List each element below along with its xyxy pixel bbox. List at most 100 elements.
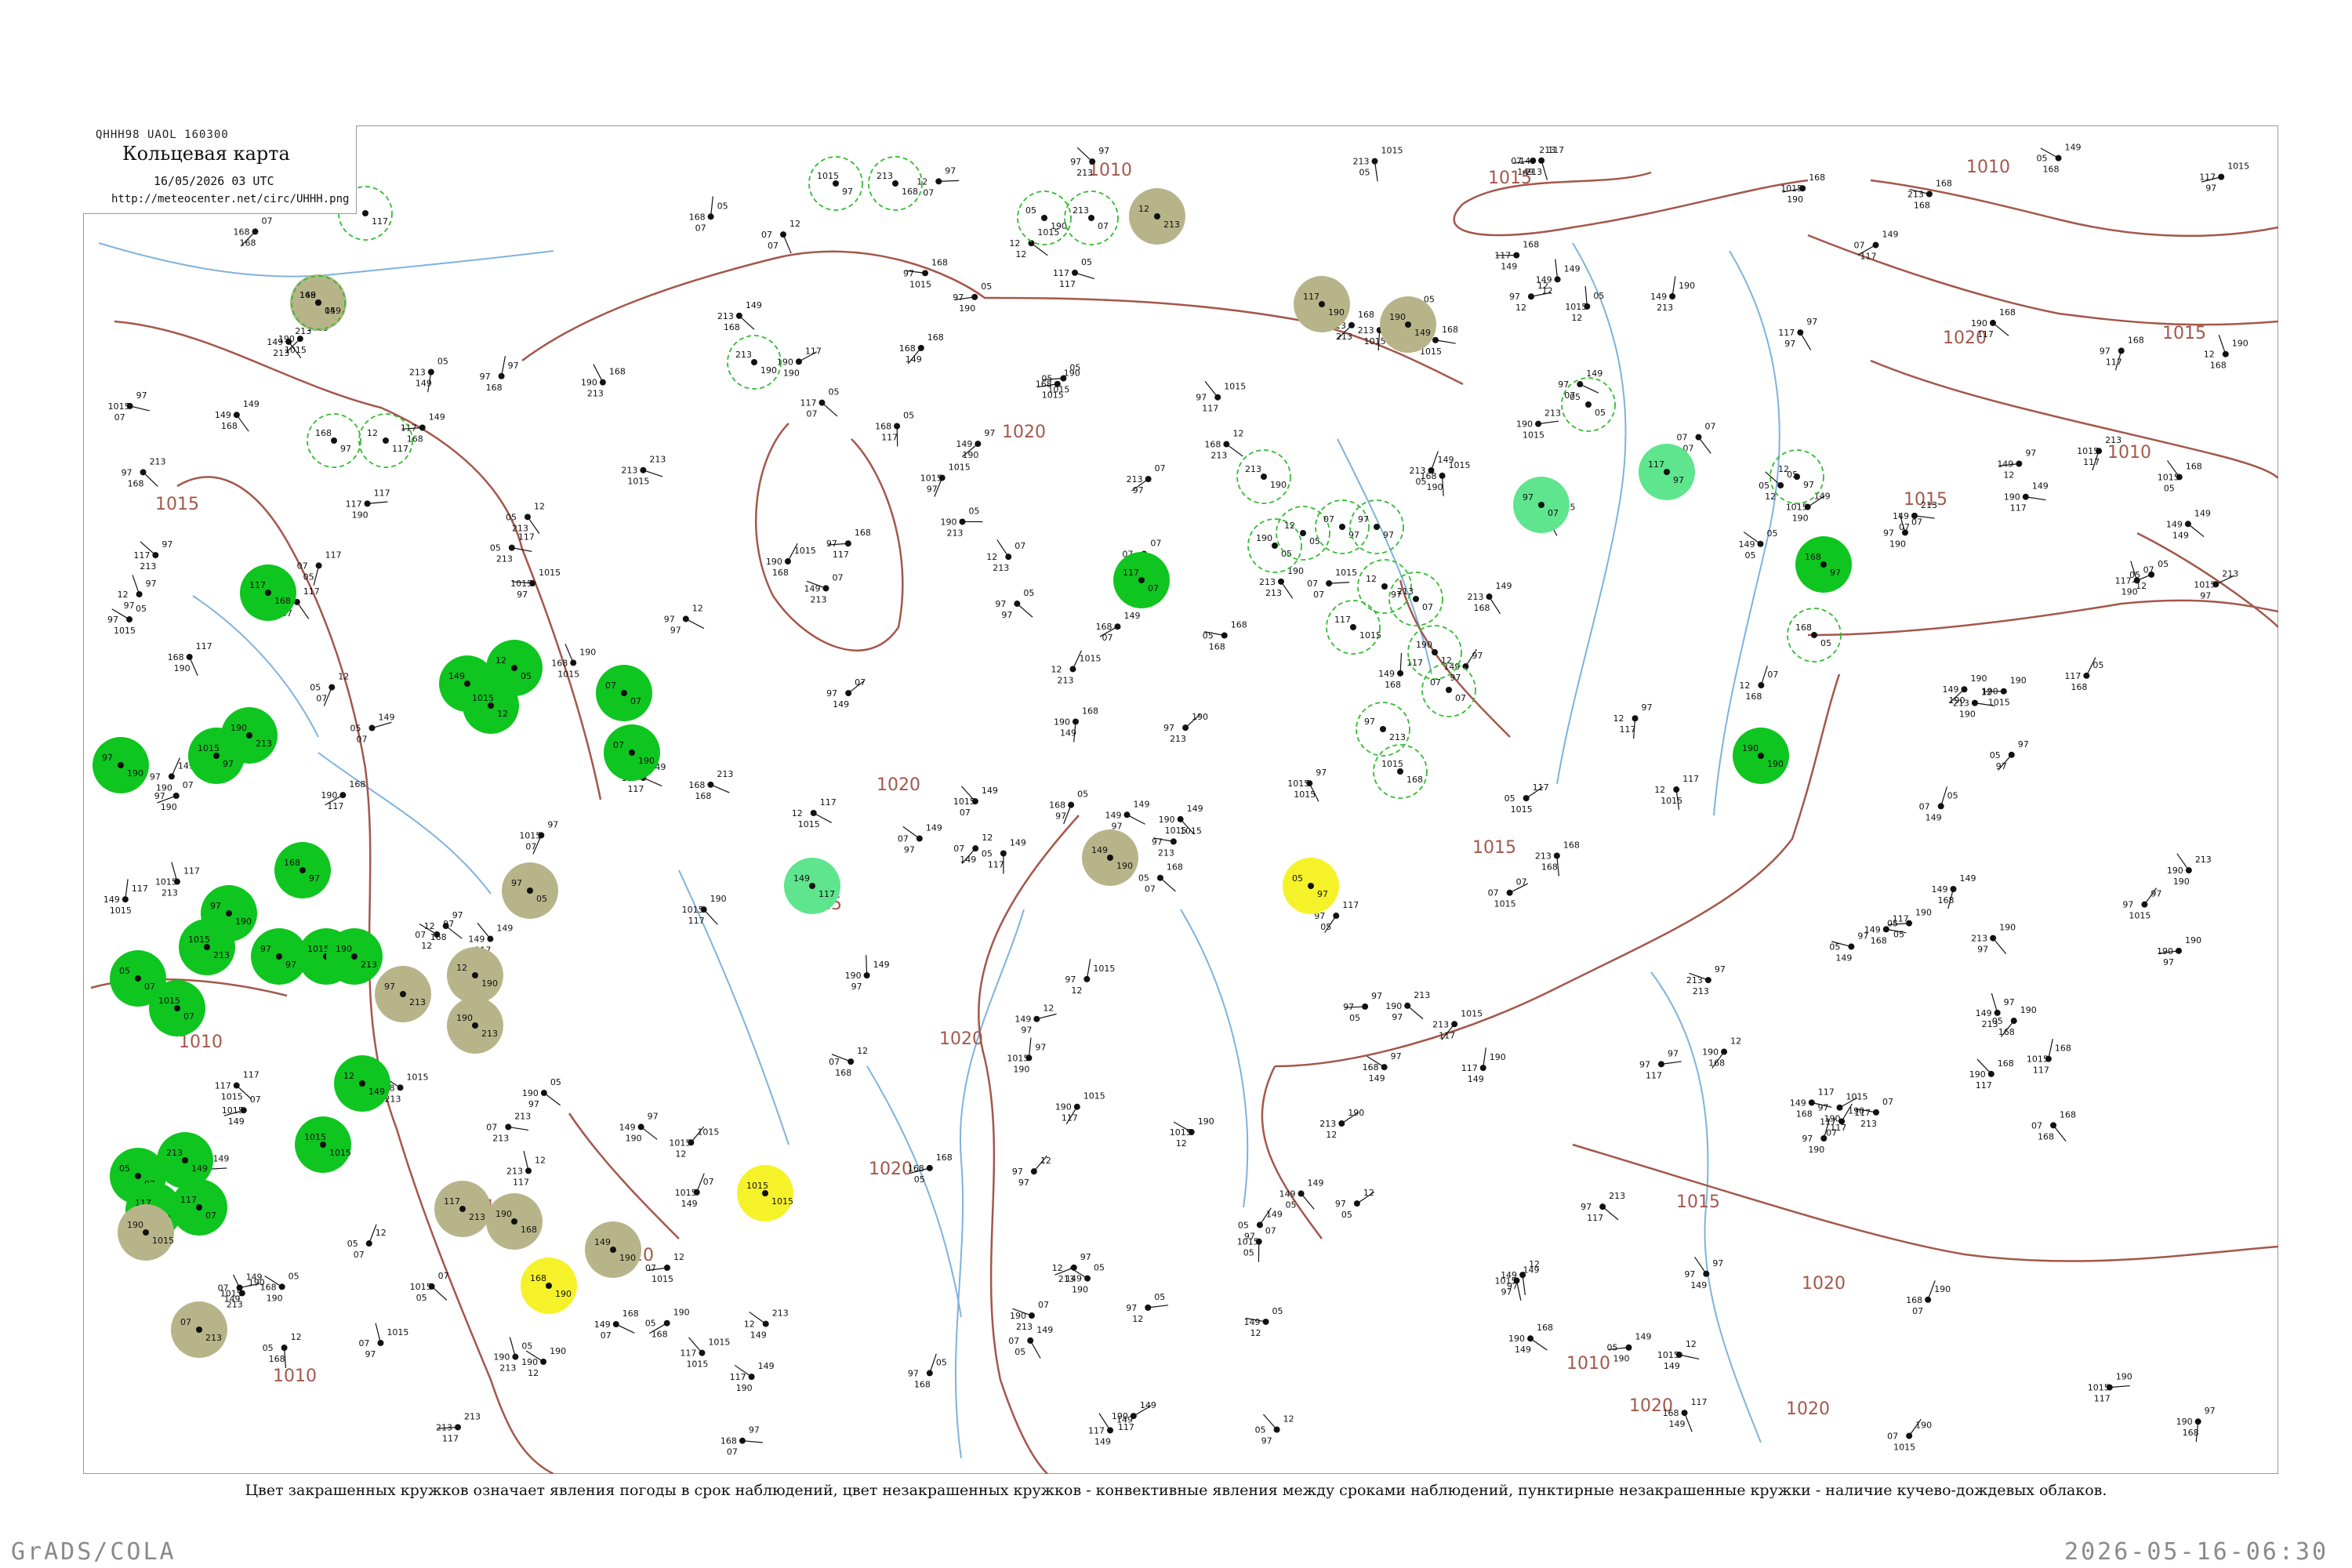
svg-text:07: 07: [613, 740, 624, 750]
svg-text:190: 190: [1427, 482, 1443, 492]
svg-text:168: 168: [1871, 935, 1887, 946]
svg-text:05: 05: [119, 1163, 130, 1174]
svg-text:97: 97: [908, 1368, 919, 1378]
svg-text:168: 168: [1385, 680, 1401, 690]
svg-text:190: 190: [1848, 1105, 1864, 1116]
svg-text:07: 07: [601, 1330, 612, 1341]
svg-text:05: 05: [310, 683, 321, 693]
svg-text:05: 05: [936, 1357, 947, 1367]
svg-text:117: 117: [215, 1081, 231, 1091]
svg-text:07: 07: [829, 1057, 840, 1067]
svg-text:149: 149: [1279, 1189, 1296, 1199]
svg-text:117: 117: [2106, 357, 2122, 367]
svg-text:05: 05: [1292, 873, 1303, 884]
svg-text:213: 213: [993, 563, 1009, 573]
svg-text:1015: 1015: [2129, 911, 2151, 921]
svg-text:117: 117: [688, 916, 705, 926]
svg-text:213: 213: [810, 594, 826, 604]
svg-text:213: 213: [409, 997, 426, 1007]
svg-text:07: 07: [1098, 221, 1109, 231]
svg-text:190: 190: [1970, 673, 1987, 684]
svg-text:1015: 1015: [1494, 899, 1516, 909]
svg-text:149: 149: [1266, 1209, 1283, 1219]
svg-text:12: 12: [692, 603, 703, 613]
svg-text:149: 149: [1501, 262, 1517, 272]
svg-text:05: 05: [1766, 528, 1777, 539]
svg-text:1015: 1015: [329, 1148, 351, 1158]
svg-text:190: 190: [1999, 923, 2016, 933]
svg-text:168: 168: [1209, 641, 1225, 652]
svg-text:149: 149: [1010, 838, 1026, 848]
svg-text:07: 07: [1313, 590, 1324, 600]
svg-text:149: 149: [1997, 459, 2013, 469]
svg-text:117: 117: [442, 1433, 459, 1443]
svg-text:1015: 1015: [1494, 1276, 1516, 1286]
svg-text:168: 168: [1663, 1408, 1679, 1418]
isobar-label: 1020: [939, 1029, 983, 1049]
svg-text:149: 149: [1308, 1178, 1324, 1188]
svg-text:12: 12: [118, 590, 129, 600]
svg-text:213: 213: [469, 1212, 485, 1222]
svg-text:97: 97: [384, 982, 395, 992]
svg-text:97: 97: [162, 539, 172, 550]
svg-text:97: 97: [2004, 997, 2015, 1007]
svg-text:97: 97: [1371, 991, 1382, 1001]
svg-text:168: 168: [1523, 240, 1539, 250]
svg-text:213: 213: [1535, 851, 1552, 862]
svg-text:168: 168: [1363, 1062, 1379, 1073]
render-timestamp: 2026-05-16-06:30: [2064, 1538, 2328, 1566]
svg-text:168: 168: [1795, 622, 1812, 633]
svg-text:97: 97: [260, 944, 271, 954]
svg-text:117: 117: [988, 860, 1004, 870]
svg-text:97: 97: [136, 390, 147, 401]
svg-text:213: 213: [1397, 586, 1414, 597]
svg-text:149: 149: [1515, 1345, 1531, 1355]
svg-text:117: 117: [1202, 404, 1218, 414]
svg-text:97: 97: [1977, 945, 1988, 955]
svg-text:05: 05: [521, 671, 532, 681]
svg-text:149: 149: [215, 410, 231, 420]
isobar-label: 1010: [273, 1367, 317, 1386]
svg-text:213: 213: [166, 1148, 183, 1158]
svg-text:149: 149: [1893, 511, 1909, 521]
svg-text:190: 190: [1969, 1069, 1986, 1080]
svg-text:190: 190: [766, 557, 782, 567]
svg-text:190: 190: [1742, 743, 1759, 753]
svg-text:190: 190: [1915, 908, 1932, 918]
svg-text:190: 190: [1328, 307, 1345, 318]
svg-text:190: 190: [962, 450, 978, 460]
svg-text:149: 149: [594, 1237, 611, 1247]
svg-text:05: 05: [1203, 630, 1214, 641]
svg-text:1015: 1015: [1511, 804, 1533, 815]
svg-text:190: 190: [1490, 1052, 1506, 1062]
svg-text:97: 97: [124, 601, 135, 611]
svg-text:149: 149: [1942, 684, 1958, 695]
rain-station-circle: 07 07: [596, 665, 652, 721]
svg-text:1015: 1015: [1224, 382, 1246, 392]
svg-text:168: 168: [315, 428, 332, 438]
svg-text:97: 97: [1335, 1199, 1346, 1209]
svg-text:97: 97: [1639, 1059, 1650, 1069]
svg-text:97: 97: [1581, 1202, 1592, 1212]
svg-text:190: 190: [1192, 712, 1208, 722]
svg-text:149: 149: [926, 823, 942, 833]
svg-text:149: 149: [619, 1122, 636, 1132]
svg-text:07: 07: [205, 1210, 216, 1221]
svg-text:97: 97: [670, 625, 681, 635]
svg-text:213: 213: [213, 950, 230, 960]
svg-text:190: 190: [1010, 1311, 1026, 1321]
svg-text:07: 07: [855, 677, 866, 688]
svg-text:12: 12: [1981, 688, 1992, 698]
svg-text:97: 97: [107, 615, 118, 625]
svg-text:213: 213: [506, 1166, 523, 1176]
svg-text:117: 117: [2115, 575, 2132, 586]
svg-text:1015: 1015: [652, 1274, 673, 1284]
isobar-label: 1010: [1088, 161, 1132, 180]
map-url[interactable]: http://meteocenter.net/circ/UHHH.png: [111, 193, 349, 205]
svg-text:213: 213: [2195, 855, 2212, 865]
svg-text:97: 97: [443, 919, 454, 929]
svg-text:149: 149: [758, 1361, 775, 1371]
svg-text:190: 190: [1013, 1064, 1029, 1074]
svg-text:190: 190: [1915, 1420, 1932, 1430]
svg-text:05: 05: [521, 1341, 532, 1352]
